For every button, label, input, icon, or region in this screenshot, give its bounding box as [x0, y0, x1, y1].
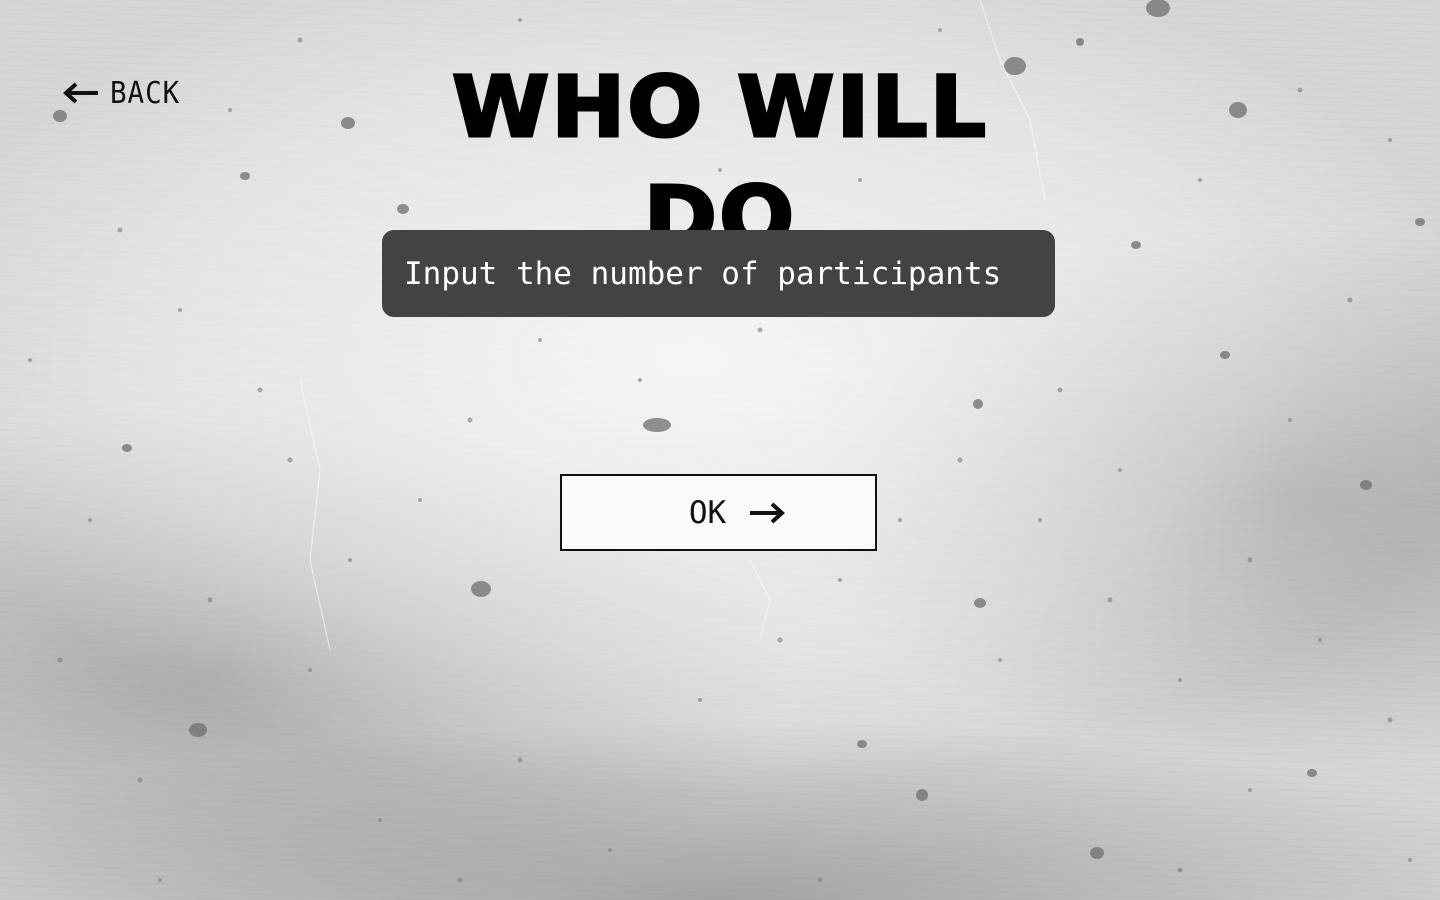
- ok-label: OK: [688, 494, 727, 531]
- participants-input[interactable]: [382, 230, 1055, 317]
- arrow-left-icon: [62, 81, 100, 105]
- ok-button[interactable]: OK: [560, 474, 877, 551]
- arrow-right-icon: [748, 501, 786, 525]
- back-link[interactable]: BACK: [62, 74, 186, 112]
- back-label: BACK: [110, 75, 181, 111]
